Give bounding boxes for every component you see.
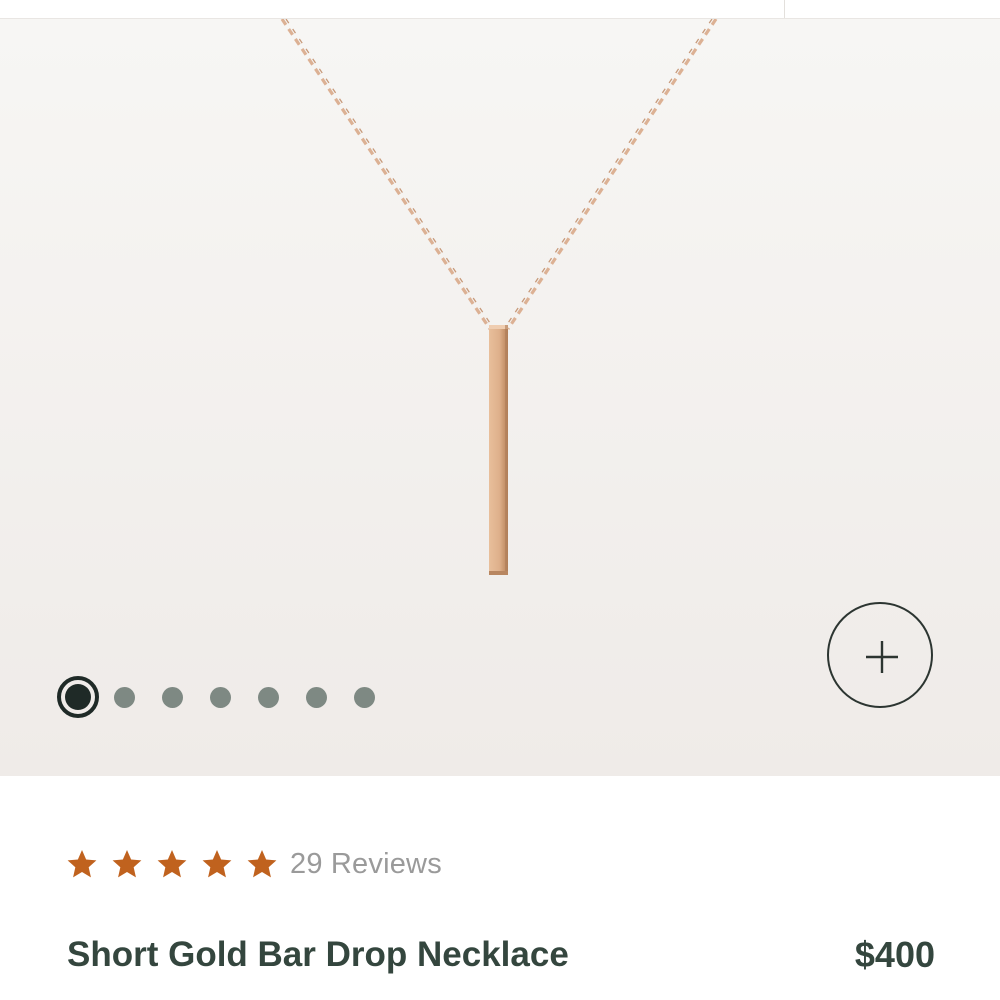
product-title-row: Short Gold Bar Drop Necklace $400 bbox=[67, 928, 935, 982]
plus-icon bbox=[866, 641, 898, 673]
carousel-dot[interactable] bbox=[354, 686, 375, 708]
carousel-dot[interactable] bbox=[162, 686, 183, 708]
header-divider bbox=[784, 0, 785, 18]
star-rating bbox=[66, 848, 291, 880]
carousel-dot[interactable] bbox=[306, 686, 327, 708]
product-gallery[interactable] bbox=[0, 19, 1000, 776]
product-title: Short Gold Bar Drop Necklace bbox=[67, 935, 569, 974]
header-strip bbox=[0, 0, 1000, 19]
carousel-dot[interactable] bbox=[210, 686, 231, 708]
star-icon bbox=[112, 850, 142, 878]
product-price: $400 bbox=[854, 934, 935, 975]
chain-right bbox=[503, 19, 718, 330]
star-icon bbox=[202, 850, 232, 878]
carousel-dot[interactable] bbox=[114, 686, 135, 708]
star-icon bbox=[247, 850, 277, 878]
chain-left bbox=[280, 19, 495, 330]
product-page: 29 Reviews Short Gold Bar Drop Necklace … bbox=[0, 0, 1000, 1000]
carousel-dots bbox=[57, 676, 402, 718]
star-icon bbox=[67, 850, 97, 878]
reviews-link[interactable]: 29 Reviews bbox=[290, 848, 442, 881]
carousel-dot[interactable] bbox=[258, 686, 279, 708]
carousel-dot-active[interactable] bbox=[57, 676, 99, 718]
rating-row[interactable]: 29 Reviews bbox=[66, 842, 442, 886]
zoom-button[interactable] bbox=[827, 602, 933, 708]
star-icon bbox=[157, 850, 187, 878]
